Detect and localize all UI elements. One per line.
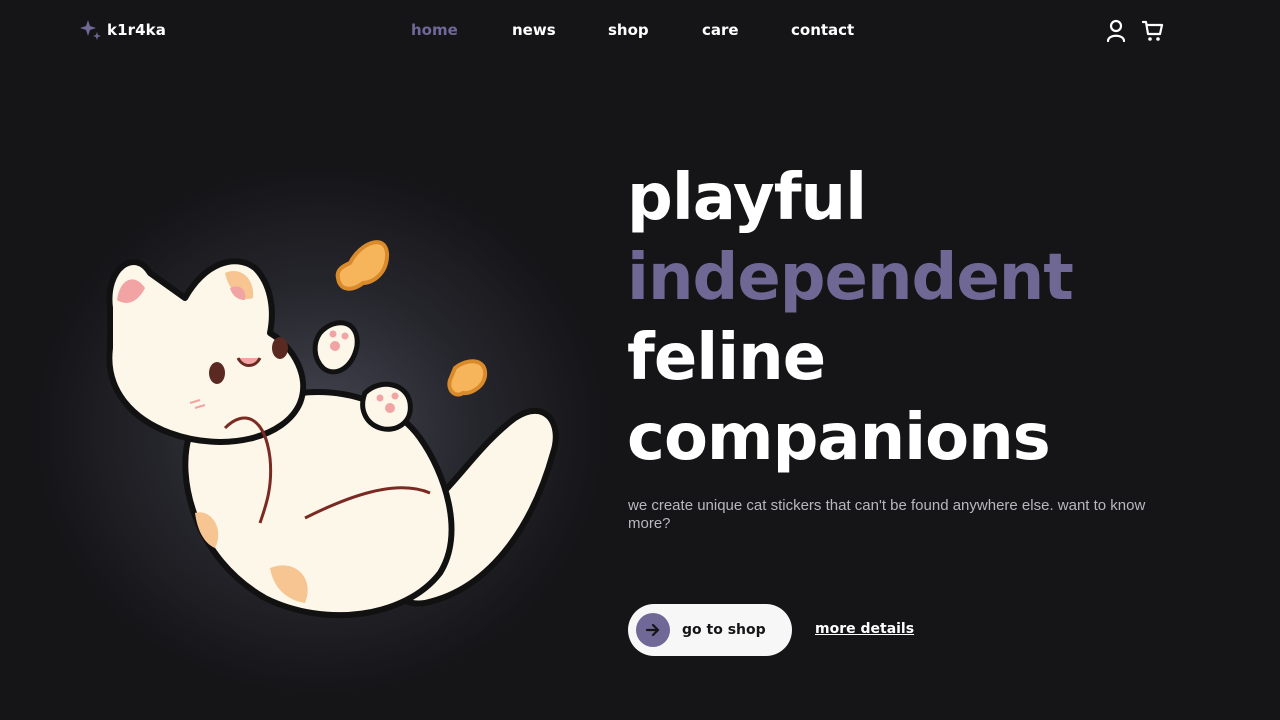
headline-line-feline: feline	[627, 321, 826, 395]
headline-line-playful: playful	[627, 161, 867, 235]
nav-shop[interactable]: shop	[608, 21, 649, 39]
cat-sticker-illustration	[106, 240, 559, 619]
more-details-link[interactable]: more details	[815, 621, 914, 637]
nav-home[interactable]: home	[411, 21, 458, 39]
hero-headline: playful independent feline companions	[627, 158, 1074, 478]
headline-line-companions: companions	[627, 401, 1051, 475]
main-nav: home news shop care contact	[0, 21, 1280, 43]
arrow-right-icon	[636, 613, 670, 647]
user-icon[interactable]	[1105, 19, 1127, 43]
header-icons	[1105, 19, 1164, 43]
go-to-shop-label: go to shop	[682, 622, 766, 638]
nav-contact[interactable]: contact	[791, 21, 854, 39]
nav-care[interactable]: care	[702, 21, 739, 39]
headline-line-independent: independent	[627, 241, 1074, 315]
nav-news[interactable]: news	[512, 21, 556, 39]
hero-description: we create unique cat stickers that can't…	[628, 497, 1146, 532]
go-to-shop-button[interactable]: go to shop	[628, 604, 792, 656]
cart-icon[interactable]	[1142, 19, 1164, 43]
